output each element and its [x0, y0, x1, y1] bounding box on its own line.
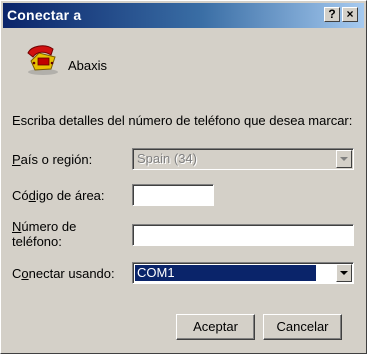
window-title: Conectar a — [7, 7, 82, 23]
phone-number-label-line2: teléfono: — [12, 234, 62, 249]
country-dropdown-button — [336, 150, 352, 168]
connect-using-value: COM1 — [135, 265, 316, 281]
chevron-down-icon — [340, 271, 348, 275]
connect-using-select[interactable]: COM1 — [132, 262, 354, 284]
phone-icon — [27, 45, 58, 75]
connect-using-label: Conectar usando: — [12, 266, 115, 281]
title-bar[interactable]: Conectar a ? × — [3, 3, 364, 28]
chevron-down-icon — [340, 157, 348, 161]
connect-dialog: Conectar a ? × Abaxis Escriba detalles d… — [0, 0, 367, 354]
country-select: Spain (34) — [132, 148, 354, 170]
area-code-label: Código de área: — [12, 188, 105, 203]
area-code-input[interactable] — [132, 184, 214, 206]
country-select-value: Spain (34) — [137, 151, 197, 166]
cancel-button[interactable]: Cancelar — [263, 314, 342, 340]
accept-button[interactable]: Aceptar — [176, 314, 255, 340]
connection-name: Abaxis — [68, 58, 108, 73]
phone-number-input[interactable] — [132, 224, 354, 246]
help-button[interactable]: ? — [324, 7, 340, 22]
country-label: País o región: — [12, 152, 93, 167]
phone-number-label-line1: Número de — [12, 219, 77, 234]
close-button[interactable]: × — [342, 7, 358, 22]
instruction-text: Escriba detalles del número de teléfono … — [12, 113, 353, 128]
connect-using-dropdown-button[interactable] — [336, 264, 352, 282]
